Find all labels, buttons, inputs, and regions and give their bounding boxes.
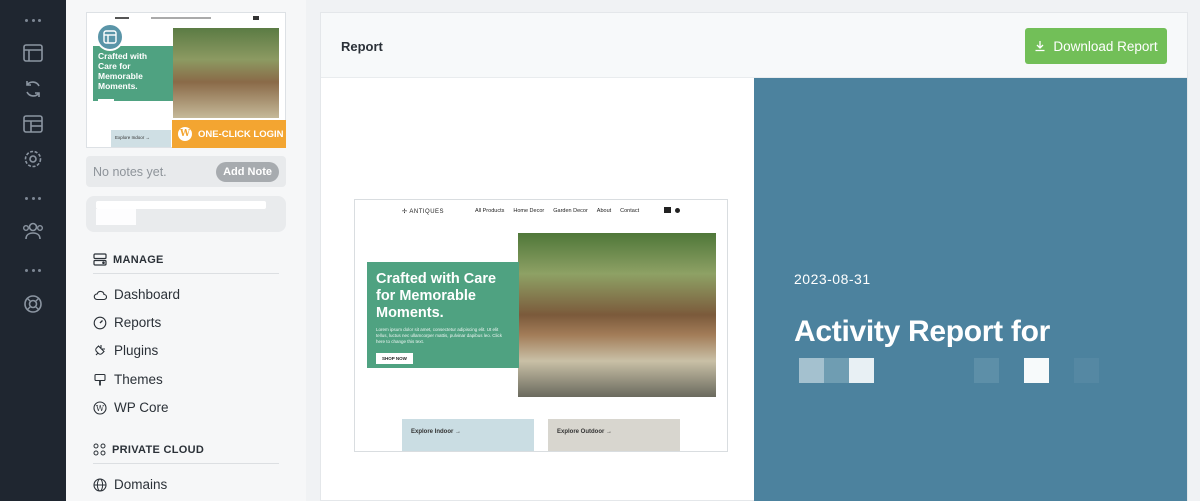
brush-icon <box>94 373 106 385</box>
report-panel: Report Download Report ✢ ANTIQUES All Pr… <box>320 12 1188 501</box>
redacted-block <box>1024 358 1049 383</box>
more-dots-icon[interactable] <box>25 197 41 201</box>
download-icon <box>1035 41 1045 52</box>
download-report-button[interactable]: Download Report <box>1025 28 1167 64</box>
grid-icon <box>93 443 106 456</box>
preview-nav-link: Contact <box>620 208 640 214</box>
page-title: Report <box>341 39 383 54</box>
download-report-label: Download Report <box>1053 38 1158 54</box>
manage-heading: MANAGE <box>93 253 164 266</box>
settings-icon[interactable] <box>21 147 45 171</box>
sidebar-item-wp-core[interactable]: W WP Core <box>93 400 169 415</box>
more-dots-icon[interactable] <box>25 269 41 273</box>
add-note-button[interactable]: Add Note <box>216 161 279 182</box>
private-cloud-heading-label: PRIVATE CLOUD <box>112 443 205 456</box>
icon-rail <box>0 0 66 501</box>
preview-explore-indoor: Explore Indoor → <box>402 419 534 451</box>
manage-heading-label: MANAGE <box>113 253 164 266</box>
redacted-block <box>824 358 849 383</box>
sync-icon[interactable] <box>21 77 45 101</box>
report-date: 2023-08-31 <box>794 271 871 287</box>
preview-nav-links: All Products Home Decor Garden Decor Abo… <box>475 208 639 214</box>
preview-hero-box: Crafted with Care for Memorable Moments.… <box>367 262 519 368</box>
notes-bar: No notes yet. Add Note <box>86 156 286 187</box>
redacted-block <box>974 358 999 383</box>
thumbnail-headline: Crafted with Care for Memorable Moments. <box>98 51 148 91</box>
redacted-block <box>1074 358 1099 383</box>
site-sidebar: Crafted with Care for Memorable Moments.… <box>66 0 306 501</box>
users-icon[interactable] <box>21 219 45 243</box>
sidebar-item-dashboard[interactable]: Dashboard <box>93 287 180 302</box>
preview-hero-photo <box>518 233 716 397</box>
thumbnail-explore: Explore Indoor → <box>111 130 171 147</box>
thumbnail-hero: Crafted with Care for Memorable Moments. <box>93 46 173 103</box>
sidebar-item-label: Themes <box>114 372 163 387</box>
support-icon[interactable] <box>21 292 45 316</box>
redacted-site-info <box>86 196 286 232</box>
sidebar-item-reports[interactable]: Reports <box>93 315 161 330</box>
preview-nav-link: All Products <box>475 208 505 214</box>
wordpress-icon: W <box>93 400 107 415</box>
private-cloud-heading: PRIVATE CLOUD <box>93 443 204 456</box>
sidebar-item-domains[interactable]: Domains <box>93 477 167 492</box>
report-header: Report Download Report <box>321 13 1187 78</box>
report-cover: 2023-08-31 Activity Report for <box>754 78 1187 501</box>
sidebar-item-themes[interactable]: Themes <box>93 372 163 387</box>
sidebar-item-label: Domains <box>114 477 168 492</box>
gauge-icon <box>93 316 107 329</box>
site-screenshot-preview: ✢ ANTIQUES All Products Home Decor Garde… <box>354 199 728 452</box>
preview-headline: Crafted with Care for Memorable Moments. <box>376 271 497 321</box>
preview-nav: ✢ ANTIQUES All Products Home Decor Garde… <box>355 200 727 224</box>
sidebar-item-plugins[interactable]: Plugins <box>93 343 158 358</box>
notes-placeholder: No notes yet. <box>93 164 167 179</box>
one-click-login-label: ONE-CLICK LOGIN <box>198 128 284 140</box>
site-layout-icon <box>96 23 124 51</box>
sidebar-item-label: WP Core <box>114 400 169 415</box>
account-icon <box>675 208 680 213</box>
thumbnail-photo <box>173 28 279 118</box>
preview-body: Lorem ipsum dolor sit amet, consectetur … <box>376 327 503 344</box>
report-heading: Activity Report for <box>794 315 1050 348</box>
dashboard-layout-icon[interactable] <box>21 112 45 136</box>
server-icon <box>93 253 107 266</box>
preview-nav-link: About <box>596 208 612 214</box>
layout-icon[interactable] <box>21 41 45 65</box>
preview-logo: ✢ ANTIQUES <box>402 209 445 215</box>
divider <box>93 463 279 464</box>
cart-icon <box>664 207 671 213</box>
divider <box>93 273 279 274</box>
thumbnail-nav <box>87 13 285 23</box>
wordpress-icon: W <box>178 127 192 141</box>
sidebar-item-label: Plugins <box>114 343 159 358</box>
preview-shop-button: SHOP NOW <box>376 353 413 364</box>
plug-icon <box>95 344 105 355</box>
redacted-block <box>849 358 874 383</box>
svg-text:W: W <box>96 404 105 413</box>
more-dots-icon[interactable] <box>25 19 41 23</box>
preview-nav-link: Garden Decor <box>553 208 588 214</box>
preview-nav-link: Home Decor <box>513 208 545 214</box>
preview-explore-outdoor: Explore Outdoor → <box>548 419 680 451</box>
globe-icon <box>93 477 107 492</box>
sidebar-item-label: Reports <box>114 315 162 330</box>
sidebar-item-label: Dashboard <box>114 287 181 302</box>
redacted-block <box>799 358 824 383</box>
one-click-login-button[interactable]: W ONE-CLICK LOGIN <box>172 120 286 148</box>
cloud-icon <box>93 290 107 300</box>
